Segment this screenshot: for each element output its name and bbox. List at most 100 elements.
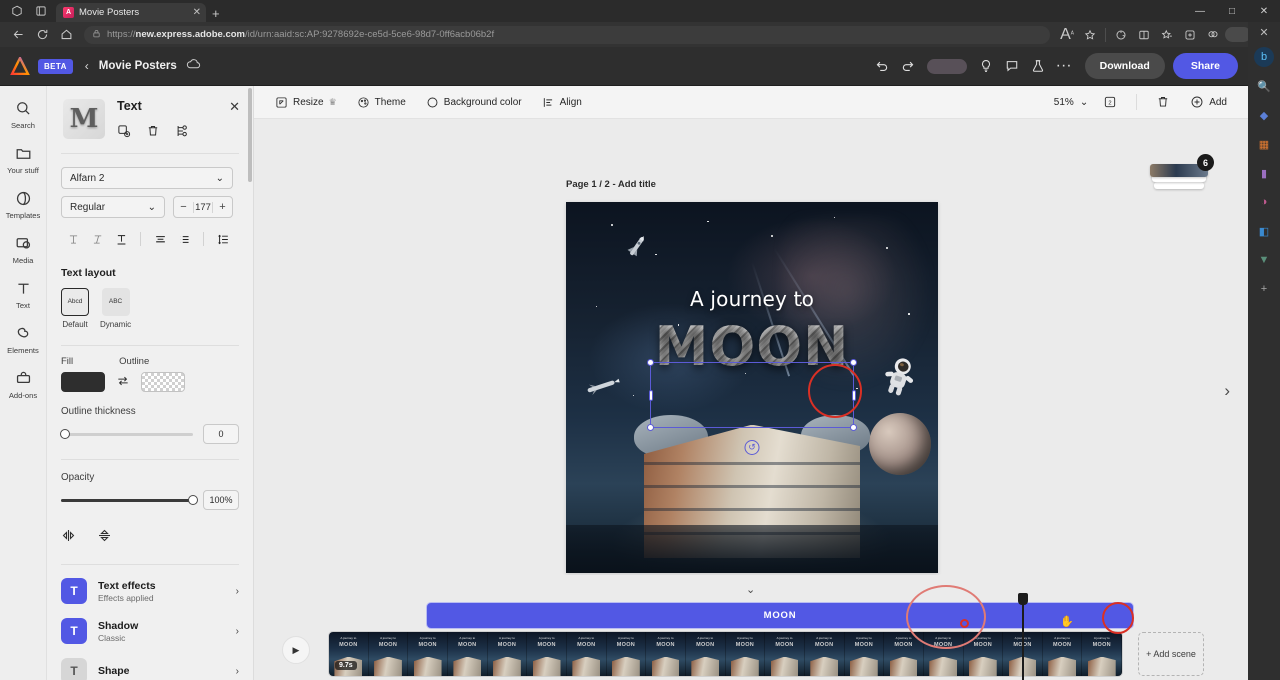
panel-scrollbar[interactable] bbox=[248, 88, 252, 182]
more-options-icon[interactable]: ··· bbox=[1051, 53, 1077, 79]
flip-vertical-icon[interactable] bbox=[97, 528, 112, 548]
tools-icon[interactable]: ▦ bbox=[1254, 134, 1274, 154]
sidebar-item-templates[interactable]: Templates bbox=[1, 188, 45, 220]
comment-icon[interactable] bbox=[999, 53, 1025, 79]
sidebar-close-icon[interactable]: ✕ bbox=[1259, 26, 1268, 38]
maximize-icon[interactable]: □ bbox=[1216, 0, 1248, 22]
pages-stack[interactable]: 6 bbox=[1150, 164, 1208, 196]
collapse-timeline-icon[interactable]: ⌄ bbox=[746, 583, 755, 596]
decrease-font-size-button[interactable]: − bbox=[174, 201, 193, 213]
text-effects-row[interactable]: T Text effects Effects applied › bbox=[47, 571, 253, 611]
play-button[interactable]: ▶ bbox=[282, 636, 310, 664]
font-size-stepper[interactable]: − 177 + bbox=[173, 196, 233, 218]
back-icon[interactable] bbox=[6, 24, 30, 46]
zoom-control[interactable]: 51% ⌄ bbox=[1050, 97, 1092, 108]
outline-thickness-value[interactable]: 0 bbox=[203, 424, 239, 444]
timeline-text-track[interactable]: MOON bbox=[426, 602, 1134, 629]
add-icon[interactable]: + bbox=[1254, 279, 1274, 299]
timeline-playhead[interactable] bbox=[1022, 593, 1024, 680]
list-icon[interactable] bbox=[172, 228, 196, 250]
close-icon[interactable]: ✕ bbox=[193, 8, 201, 18]
search-icon[interactable]: 🔍 bbox=[1254, 76, 1274, 96]
resize-handle-left[interactable] bbox=[649, 390, 653, 401]
tips-icon[interactable] bbox=[973, 53, 999, 79]
group-icon[interactable] bbox=[175, 124, 189, 143]
opacity-value[interactable]: 100% bbox=[203, 490, 239, 510]
add-scene-button[interactable]: + Add scene bbox=[1138, 632, 1204, 676]
add-page-button[interactable]: Add bbox=[1181, 91, 1236, 113]
outlook-icon[interactable]: ◧ bbox=[1254, 221, 1274, 241]
shopping-icon[interactable] bbox=[1202, 24, 1224, 46]
resize-handle-right[interactable] bbox=[852, 390, 856, 401]
shadow-row[interactable]: T Shadow Classic › bbox=[47, 611, 253, 651]
opacity-slider[interactable] bbox=[61, 499, 193, 502]
project-title[interactable]: Movie Posters bbox=[99, 60, 177, 72]
resize-handle-tr[interactable] bbox=[850, 359, 857, 366]
reload-icon[interactable] bbox=[30, 24, 54, 46]
duplicate-page-button[interactable]: 2 bbox=[1094, 91, 1126, 113]
games-icon[interactable]: ▮ bbox=[1254, 163, 1274, 183]
timeline-filmstrip[interactable]: 9.7s A journey toMOON A journey toMOON A… bbox=[328, 631, 1123, 677]
flip-horizontal-icon[interactable] bbox=[61, 528, 76, 548]
slider-knob[interactable] bbox=[60, 429, 70, 439]
resize-handle-tl[interactable] bbox=[647, 359, 654, 366]
delete-page-button[interactable] bbox=[1147, 91, 1179, 113]
avatar-group[interactable] bbox=[927, 59, 967, 74]
text-layout-dynamic[interactable]: ABC Dynamic bbox=[100, 288, 131, 329]
next-page-arrow[interactable]: › bbox=[1224, 381, 1230, 401]
poster-canvas[interactable]: A journey to MOON ↺ bbox=[566, 202, 938, 573]
read-aloud-icon[interactable]: Aᴬ bbox=[1056, 24, 1078, 46]
browser-tab[interactable]: A Movie Posters ✕ bbox=[56, 3, 206, 22]
new-tab-button[interactable]: + bbox=[206, 7, 226, 22]
sidebar-item-elements[interactable]: Elements bbox=[1, 323, 45, 355]
align-icon[interactable] bbox=[148, 228, 172, 250]
duplicate-icon[interactable] bbox=[117, 124, 131, 143]
close-icon[interactable]: ✕ bbox=[229, 99, 240, 115]
split-screen-icon[interactable] bbox=[1133, 24, 1155, 46]
swap-colors-icon[interactable] bbox=[116, 374, 130, 391]
sidebar-item-media[interactable]: Media bbox=[1, 233, 45, 265]
poster-subtitle-text[interactable]: A journey to bbox=[566, 287, 938, 311]
canvas-stage[interactable]: Page 1 / 2 - Add title 6 bbox=[254, 119, 1248, 608]
text-selection-box[interactable] bbox=[650, 362, 854, 428]
download-button[interactable]: Download bbox=[1085, 53, 1165, 79]
shape-row[interactable]: T Shape › bbox=[47, 651, 253, 680]
underline-icon[interactable] bbox=[109, 228, 133, 250]
drop-icon[interactable]: ▼ bbox=[1254, 250, 1274, 270]
shopping-icon[interactable]: ◆ bbox=[1254, 105, 1274, 125]
redo-icon[interactable] bbox=[895, 53, 921, 79]
sidebar-item-add-ons[interactable]: Add-ons bbox=[1, 368, 45, 400]
office-icon[interactable]: ◑ bbox=[1254, 192, 1274, 212]
browser-extensions-icon[interactable] bbox=[1179, 24, 1201, 46]
outline-color-swatch[interactable] bbox=[141, 372, 185, 392]
sidebar-item-your-stuff[interactable]: Your stuff bbox=[1, 143, 45, 175]
increase-font-size-button[interactable]: + bbox=[213, 201, 232, 213]
tab-search-icon[interactable] bbox=[30, 2, 52, 19]
slider-knob[interactable] bbox=[188, 495, 198, 505]
resize-handle-bl[interactable] bbox=[647, 424, 654, 431]
undo-icon[interactable] bbox=[869, 53, 895, 79]
bold-icon[interactable] bbox=[61, 228, 85, 250]
browser-essentials-icon[interactable] bbox=[1110, 24, 1132, 46]
page-label[interactable]: Page 1 / 2 - Add title bbox=[566, 179, 656, 190]
labs-icon[interactable] bbox=[1025, 53, 1051, 79]
italic-icon[interactable] bbox=[85, 228, 109, 250]
font-family-select[interactable]: Alfarn 2 ⌄ bbox=[61, 167, 233, 189]
adobe-express-logo-icon[interactable] bbox=[10, 57, 30, 75]
sidebar-item-text[interactable]: Text bbox=[1, 278, 45, 310]
share-button[interactable]: Share bbox=[1173, 53, 1238, 79]
outline-thickness-slider[interactable] bbox=[61, 433, 193, 436]
align-button[interactable]: Align bbox=[533, 92, 591, 113]
window-close-icon[interactable]: ✕ bbox=[1248, 0, 1280, 22]
copilot-icon[interactable]: b bbox=[1254, 47, 1274, 67]
rotate-handle[interactable]: ↺ bbox=[745, 440, 760, 455]
theme-button[interactable]: Theme bbox=[348, 92, 415, 113]
playhead-handle[interactable] bbox=[1018, 593, 1028, 605]
font-size-value[interactable]: 177 bbox=[193, 202, 213, 213]
minimize-icon[interactable]: — bbox=[1184, 0, 1216, 22]
home-icon[interactable] bbox=[54, 24, 78, 46]
delete-icon[interactable] bbox=[146, 124, 160, 143]
font-style-select[interactable]: Regular ⌄ bbox=[61, 196, 165, 218]
background-color-button[interactable]: Background color bbox=[417, 92, 531, 113]
resize-handle-br[interactable] bbox=[850, 424, 857, 431]
